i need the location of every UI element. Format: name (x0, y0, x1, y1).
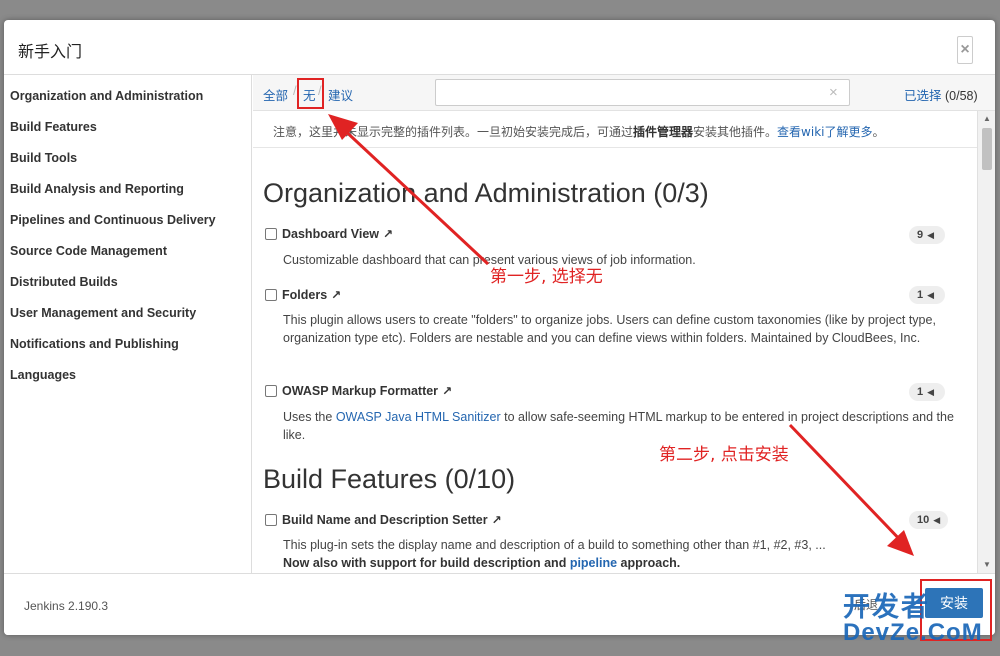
caret-left-icon: ◀ (927, 290, 935, 300)
plugin-name: Dashboard View (282, 227, 380, 241)
sidebar-item-scm[interactable]: Source Code Management (10, 244, 167, 258)
caret-left-icon: ◀ (927, 230, 935, 240)
plugin-description: Uses the OWASP Java HTML Sanitizer to al… (283, 408, 961, 444)
dependency-badge[interactable]: 1 ◀ (909, 286, 945, 304)
pipeline-link[interactable]: pipeline (570, 556, 617, 570)
selected-count-value: (0/58) (945, 89, 978, 103)
dependency-count: 1 (917, 386, 924, 398)
plugin-search-input[interactable]: × (435, 79, 850, 106)
sidebar-item-build-features[interactable]: Build Features (10, 120, 97, 134)
dialog-title: 新手入门 (18, 42, 83, 61)
plugin-row-build-name-setter[interactable]: Build Name and Description Setter ↗ (265, 513, 502, 527)
sidebar-item-distributed-builds[interactable]: Distributed Builds (10, 275, 118, 289)
category-sidebar: Organization and Administration Build Fe… (4, 75, 252, 573)
notice-prefix: 注意，这里并未显示完整的插件列表。一旦初始安装完成后，可通过 (273, 125, 634, 139)
clear-search-icon[interactable]: × (829, 84, 838, 101)
sidebar-item-build-tools[interactable]: Build Tools (10, 151, 77, 165)
sidebar-item-languages[interactable]: Languages (10, 368, 76, 382)
sidebar-item-organization[interactable]: Organization and Administration (10, 89, 203, 103)
dependency-badge[interactable]: 1 ◀ (909, 383, 945, 401)
selected-count-link[interactable]: 已选择 (0/58) (904, 85, 978, 104)
setup-wizard-dialog: 新手入门 × Organization and Administration B… (4, 20, 995, 635)
external-link-icon[interactable]: ↗ (331, 288, 341, 302)
plugin-row-folders[interactable]: Folders ↗ (265, 288, 341, 302)
plugin-list-panel: 全部 / 无 / 建议 × 已选择 (0/58) 注意，这里并未显示完整的插件列… (253, 75, 995, 573)
filter-suggested-link[interactable]: 建议 (328, 85, 353, 104)
plugin-list-scrollbar[interactable]: ▲ ▼ (977, 111, 995, 573)
description-bold: Now also with support for build descript… (283, 556, 680, 570)
scroll-thumb[interactable] (982, 128, 992, 170)
plugin-checkbox[interactable] (265, 514, 277, 526)
plugin-checkbox[interactable] (265, 385, 277, 397)
watermark-bottom: DevZe.CoM (843, 619, 983, 646)
sidebar-item-build-analysis[interactable]: Build Analysis and Reporting (10, 182, 184, 196)
section-title-build-features: Build Features (0/10) (263, 464, 516, 494)
plugin-list-notice: 注意，这里并未显示完整的插件列表。一旦初始安装完成后，可通过插件管理器安装其他插… (253, 111, 977, 148)
plugin-row-dashboard-view[interactable]: Dashboard View ↗ (265, 227, 393, 241)
scroll-up-icon[interactable]: ▲ (983, 114, 991, 123)
plugin-description: This plug-in sets the display name and d… (283, 536, 961, 572)
notice-middle: 安装其他插件。 (693, 125, 778, 139)
plugin-description: Customizable dashboard that can present … (283, 253, 696, 267)
selected-label: 已选择 (904, 89, 942, 103)
jenkins-version: Jenkins 2.190.3 (24, 599, 109, 613)
description-text: This plug-in sets the display name and d… (283, 538, 826, 552)
caret-left-icon: ◀ (927, 387, 935, 397)
external-link-icon[interactable]: ↗ (442, 384, 452, 398)
annotation-box-none (297, 78, 324, 109)
dependency-badge[interactable]: 10 ◀ (909, 511, 949, 529)
plugin-description: This plugin allows users to create "fold… (283, 313, 936, 345)
section-title-organization: Organization and Administration (0/3) (263, 178, 709, 208)
sidebar-item-user-management[interactable]: User Management and Security (10, 306, 196, 320)
filter-all-link[interactable]: 全部 (263, 85, 288, 104)
plugin-checkbox[interactable] (265, 228, 277, 240)
annotation-step1-text: 第一步, 选择无 (490, 267, 603, 287)
plugin-name: Build Name and Description Setter (282, 513, 488, 527)
external-link-icon[interactable]: ↗ (383, 227, 393, 241)
filter-bar: 全部 / 无 / 建议 × 已选择 (0/58) (253, 75, 995, 111)
close-button[interactable]: × (957, 36, 973, 64)
dependency-count: 1 (917, 289, 924, 301)
dependency-count: 9 (917, 229, 924, 241)
dependency-count: 10 (917, 514, 930, 526)
plugin-checkbox[interactable] (265, 289, 277, 301)
plugin-row-owasp-markup-formatter[interactable]: OWASP Markup Formatter ↗ (265, 384, 452, 398)
watermark-logo: 开发者 DevZe.CoM (843, 585, 993, 651)
notice-wiki-link[interactable]: 查看wiki了解更多 (777, 125, 872, 139)
description-text: Uses the (283, 410, 336, 424)
plugin-name: OWASP Markup Formatter (282, 384, 439, 398)
description-text: approach. (617, 556, 681, 570)
scroll-down-icon[interactable]: ▼ (983, 560, 991, 569)
caret-left-icon: ◀ (933, 515, 941, 525)
sidebar-item-pipelines[interactable]: Pipelines and Continuous Delivery (10, 213, 216, 227)
sidebar-item-notifications[interactable]: Notifications and Publishing (10, 337, 179, 351)
notice-plugin-manager: 插件管理器 (633, 125, 694, 139)
description-text: Now also with support for build descript… (283, 556, 570, 570)
annotation-step2-text: 第二步, 点击安装 (659, 445, 789, 465)
plugin-name: Folders (282, 288, 328, 302)
dependency-badge[interactable]: 9 ◀ (909, 226, 945, 244)
notice-suffix: 。 (872, 125, 885, 139)
dialog-titlebar: 新手入门 × (4, 20, 995, 75)
external-link-icon[interactable]: ↗ (492, 513, 502, 527)
owasp-sanitizer-link[interactable]: OWASP Java HTML Sanitizer (336, 410, 501, 424)
